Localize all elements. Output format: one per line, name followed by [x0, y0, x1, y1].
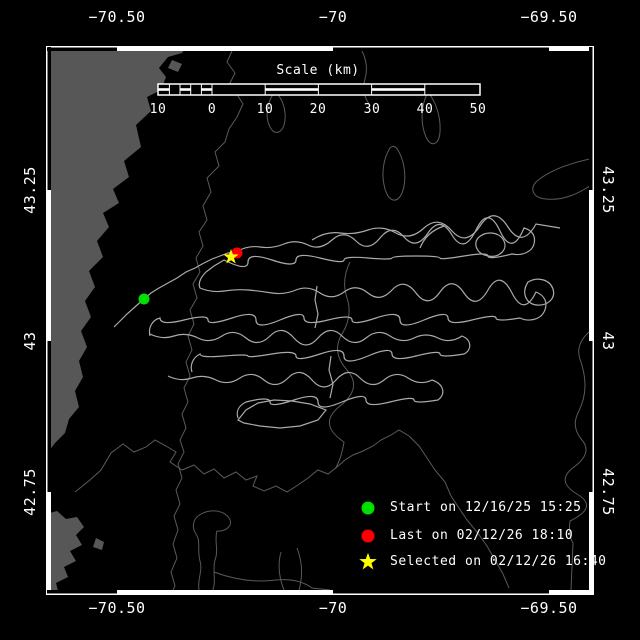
- contour-line: [533, 158, 594, 199]
- islet: [168, 60, 182, 72]
- contour-line: [214, 572, 330, 590]
- scale-bar: [158, 84, 480, 95]
- trajectory-path: [315, 226, 444, 398]
- scale-label-minus10: 10: [150, 102, 167, 117]
- map-markers: [139, 248, 243, 305]
- islet: [93, 538, 104, 550]
- contour-line: [279, 548, 301, 590]
- trajectory-tracks: [114, 216, 560, 428]
- map-canvas[interactable]: [0, 0, 640, 640]
- drifter-track-map-view: −70.50 −70 −69.50 −70.50 −70 −69.50 43.2…: [0, 0, 640, 640]
- axis-label-bottom-3: −69.50: [520, 599, 577, 617]
- legend-last-icon: [362, 530, 375, 543]
- island-land: [46, 511, 84, 591]
- legend-selected-star-icon: [359, 553, 376, 570]
- axis-label-right-2: 43: [599, 331, 617, 350]
- axis-label-right-3: 42.75: [599, 468, 617, 516]
- trajectory-path: [150, 330, 470, 372]
- land-polygons: [46, 46, 186, 591]
- legend-markers: [359, 502, 376, 570]
- scale-label-50: 50: [470, 102, 487, 117]
- legend-start-icon: [362, 502, 375, 515]
- axis-label-right-1: 43.25: [599, 166, 617, 214]
- scale-label-10: 10: [257, 102, 274, 117]
- scale-label-40: 40: [417, 102, 434, 117]
- contour-line: [362, 51, 369, 104]
- axis-label-top-2: −70: [319, 8, 348, 26]
- legend-selected-label: Selected on 02/12/26 16:40: [390, 554, 607, 570]
- trajectory-path: [525, 279, 554, 305]
- trajectory-path: [476, 233, 505, 256]
- axis-label-left-1: 43.25: [21, 166, 39, 214]
- axis-label-left-3: 42.75: [21, 468, 39, 516]
- trajectory-path: [149, 272, 545, 336]
- axis-label-left-2: 43: [21, 331, 39, 350]
- contour-line: [383, 146, 405, 200]
- legend-last-label: Last on 02/12/26 18:10: [390, 528, 573, 544]
- start-marker[interactable]: [139, 294, 150, 305]
- axis-label-top-1: −70.50: [88, 8, 145, 26]
- trajectory-path: [238, 400, 326, 428]
- scale-label-0: 0: [208, 102, 216, 117]
- trajectory-path: [206, 218, 535, 272]
- axis-label-bottom-2: −70: [319, 599, 348, 617]
- scale-label-20: 20: [310, 102, 327, 117]
- scale-bar-title: Scale (km): [276, 63, 359, 78]
- legend-start-label: Start on 12/16/25 15:25: [390, 500, 582, 516]
- contour-line: [422, 92, 440, 144]
- contour-line: [565, 332, 589, 590]
- trajectory-path: [168, 372, 443, 418]
- axis-label-bottom-1: −70.50: [88, 599, 145, 617]
- scale-label-30: 30: [364, 102, 381, 117]
- contour-line: [193, 511, 230, 597]
- axis-label-top-3: −69.50: [520, 8, 577, 26]
